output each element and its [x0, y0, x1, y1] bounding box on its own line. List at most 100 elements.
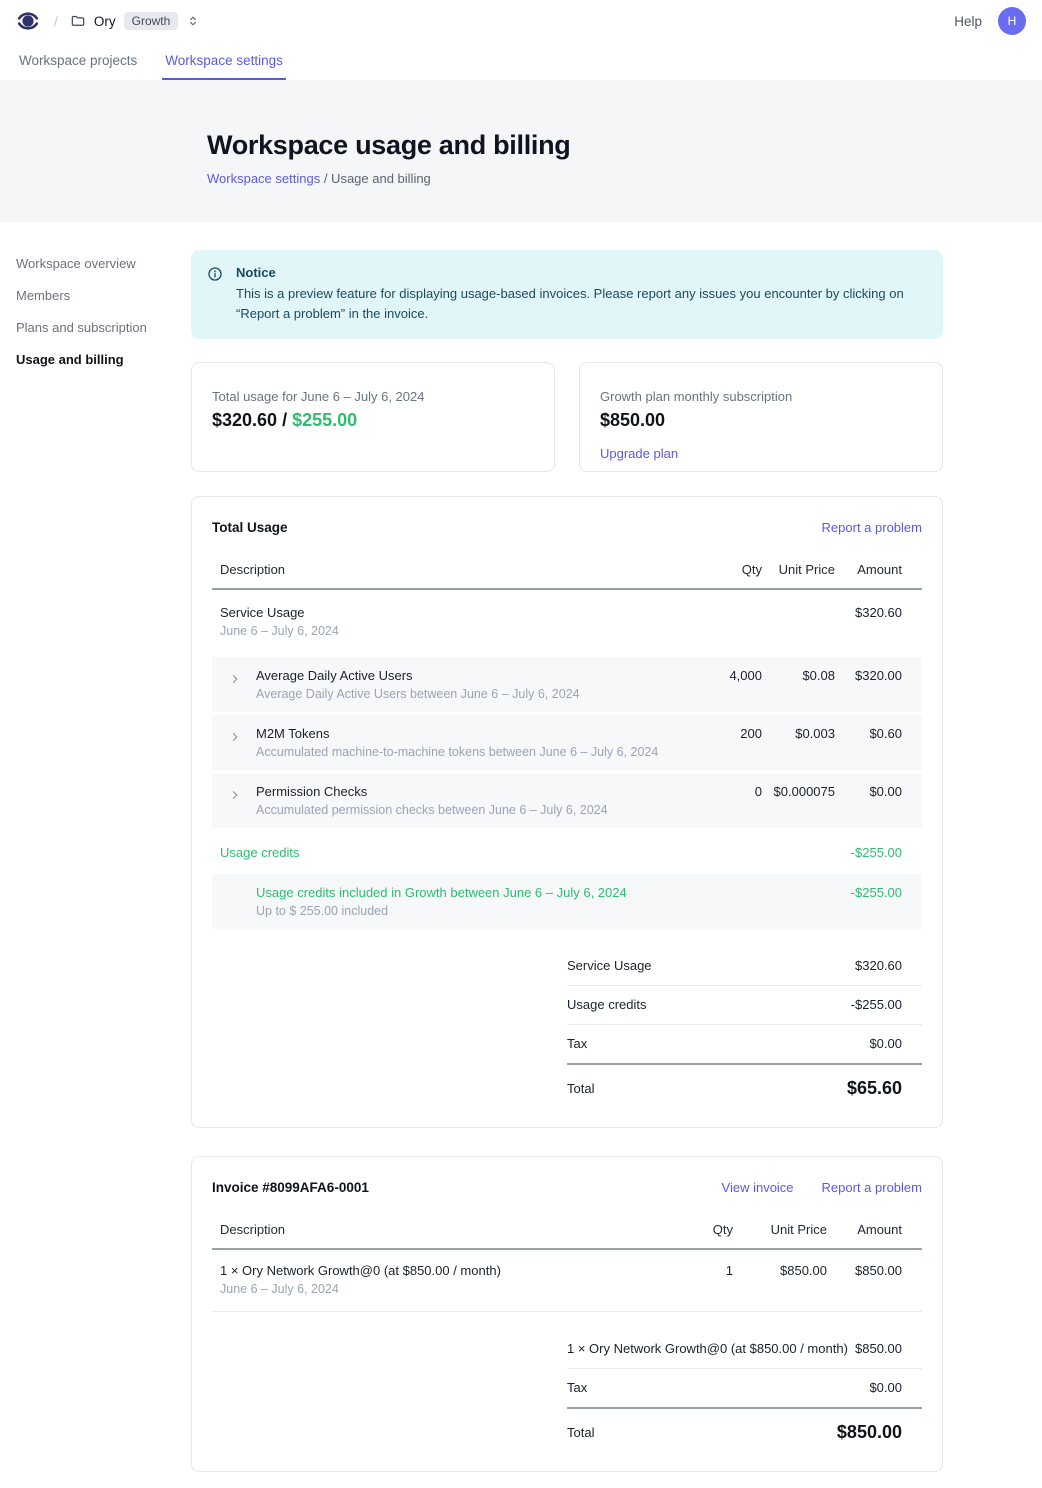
usage-used-amount: $320.60 [212, 410, 277, 430]
invoice-total-row: Total $850.00 [567, 1409, 922, 1445]
chevron-right-icon [229, 673, 241, 688]
sidebar-item-members[interactable]: Members [16, 284, 191, 307]
chevron-right-icon [229, 789, 241, 804]
usage-summary: Service Usage $320.60 Usage credits -$25… [567, 947, 922, 1101]
col-amount: Amount [835, 554, 922, 588]
top-bar: / Ory Growth Help H [0, 0, 1042, 42]
row-name: Average Daily Active Users [256, 668, 682, 683]
summary-value: $850.00 [855, 1341, 902, 1356]
row-description: Accumulated permission checks between Ju… [256, 803, 682, 817]
usage-row-permission-checks[interactable]: Permission Checks Accumulated permission… [212, 773, 922, 828]
summary-label: Tax [567, 1036, 587, 1051]
invoice-table: Description Qty Unit Price Amount 1 × Or… [212, 1214, 922, 1312]
usage-row-usage-credits-detail: Usage credits included in Growth between… [212, 874, 922, 929]
invoice-report-a-problem-link[interactable]: Report a problem [822, 1180, 922, 1195]
summary-label: 1 × Ory Network Growth@0 (at $850.00 / m… [567, 1341, 848, 1356]
row-name: Usage credits [220, 845, 682, 860]
invoice-summary: 1 × Ory Network Growth@0 (at $850.00 / m… [567, 1330, 922, 1445]
workspace-tabs: Workspace projects Workspace settings [0, 42, 1042, 80]
notice-banner: Notice This is a preview feature for dis… [191, 250, 943, 339]
row-name: 1 × Ory Network Growth@0 (at $850.00 / m… [220, 1263, 671, 1278]
row-amount: $0.60 [835, 726, 922, 759]
chevron-right-icon [229, 731, 241, 746]
usage-included-amount: $255.00 [292, 410, 357, 430]
subscription-stat-value: $850.00 [600, 410, 922, 431]
row-unit-price: $850.00 [733, 1263, 827, 1296]
ory-logo[interactable] [16, 9, 40, 33]
total-label: Total [567, 1425, 594, 1440]
row-amount: -$255.00 [835, 885, 922, 918]
row-amount: $320.00 [835, 668, 922, 701]
sidebar-item-usage-and-billing[interactable]: Usage and billing [16, 348, 191, 371]
summary-value: $0.00 [869, 1380, 902, 1395]
row-name: M2M Tokens [256, 726, 682, 741]
summary-label: Tax [567, 1380, 587, 1395]
row-amount: -$255.00 [835, 845, 922, 860]
row-qty: 0 [682, 784, 762, 817]
summary-value: $320.60 [855, 958, 902, 973]
row-qty: 200 [682, 726, 762, 759]
settings-sidebar: Workspace overview Members Plans and sub… [0, 222, 191, 380]
row-unit-price: $0.08 [762, 668, 835, 701]
breadcrumb-workspace-settings-link[interactable]: Workspace settings [207, 171, 320, 186]
plan-badge: Growth [124, 12, 179, 30]
total-label: Total [567, 1081, 594, 1096]
page-title: Workspace usage and billing [207, 130, 1042, 161]
chevron-updown-icon [186, 14, 200, 28]
usage-row-service-usage: Service Usage June 6 – July 6, 2024 $320… [212, 590, 922, 657]
summary-row-tax: Tax $0.00 [567, 1369, 922, 1409]
total-usage-card-title: Total Usage [212, 520, 822, 535]
usage-report-a-problem-link[interactable]: Report a problem [822, 520, 922, 535]
breadcrumb-current: / Usage and billing [324, 171, 431, 186]
row-amount: $0.00 [835, 784, 922, 817]
summary-row-service-usage: Service Usage $320.60 [567, 947, 922, 986]
page-header: Workspace usage and billing Workspace se… [0, 80, 1042, 222]
total-value: $65.60 [847, 1078, 902, 1099]
row-unit-price: $0.000075 [762, 784, 835, 817]
usage-table-header: Description Qty Unit Price Amount [212, 554, 922, 590]
col-unit-price: Unit Price [762, 554, 835, 588]
help-link[interactable]: Help [954, 14, 982, 29]
summary-value: $0.00 [869, 1036, 902, 1051]
workspace-name: Ory [94, 14, 116, 29]
usage-stat-value: $320.60 / $255.00 [212, 410, 534, 431]
usage-table: Description Qty Unit Price Amount Servic… [212, 554, 922, 929]
tab-workspace-projects[interactable]: Workspace projects [16, 42, 140, 80]
ory-logo-icon [16, 9, 40, 33]
subscription-stat-label: Growth plan monthly subscription [600, 389, 922, 404]
avatar[interactable]: H [998, 7, 1026, 35]
summary-label: Usage credits [567, 997, 646, 1012]
row-period: June 6 – July 6, 2024 [220, 1282, 671, 1296]
sidebar-item-plans-and-subscription[interactable]: Plans and subscription [16, 316, 191, 339]
summary-label: Service Usage [567, 958, 652, 973]
row-qty: 4,000 [682, 668, 762, 701]
col-unit-price: Unit Price [733, 1214, 827, 1248]
tab-workspace-settings[interactable]: Workspace settings [162, 42, 286, 80]
usage-row-usage-credits: Usage credits -$255.00 [212, 828, 922, 874]
breadcrumb: Workspace settings / Usage and billing [207, 171, 1042, 186]
col-amount: Amount [827, 1214, 922, 1248]
total-usage-stat-card: Total usage for June 6 – July 6, 2024 $3… [191, 362, 555, 472]
row-amount: $320.60 [835, 605, 922, 638]
row-name: Service Usage [220, 605, 682, 620]
row-description: Average Daily Active Users between June … [256, 687, 682, 701]
row-amount: $850.00 [827, 1263, 922, 1296]
workspace-switcher[interactable]: Ory Growth [70, 12, 200, 30]
sidebar-item-workspace-overview[interactable]: Workspace overview [16, 252, 191, 275]
invoice-table-header: Description Qty Unit Price Amount [212, 1214, 922, 1250]
total-usage-card: Total Usage Report a problem Description… [191, 496, 943, 1128]
usage-row-m2m-tokens[interactable]: M2M Tokens Accumulated machine-to-machin… [212, 715, 922, 770]
usage-separator: / [277, 410, 292, 430]
notice-title: Notice [236, 265, 927, 280]
row-period: June 6 – July 6, 2024 [220, 624, 682, 638]
view-invoice-link[interactable]: View invoice [722, 1180, 794, 1195]
upgrade-plan-link[interactable]: Upgrade plan [600, 446, 678, 461]
col-qty: Qty [671, 1214, 733, 1248]
col-description: Description [212, 1214, 671, 1248]
total-value: $850.00 [837, 1422, 902, 1443]
notice-body: This is a preview feature for displaying… [236, 284, 927, 324]
subscription-stat-card: Growth plan monthly subscription $850.00… [579, 362, 943, 472]
row-unit-price: $0.003 [762, 726, 835, 759]
summary-row-usage-credits: Usage credits -$255.00 [567, 986, 922, 1025]
usage-row-average-daily-active-users[interactable]: Average Daily Active Users Average Daily… [212, 657, 922, 712]
